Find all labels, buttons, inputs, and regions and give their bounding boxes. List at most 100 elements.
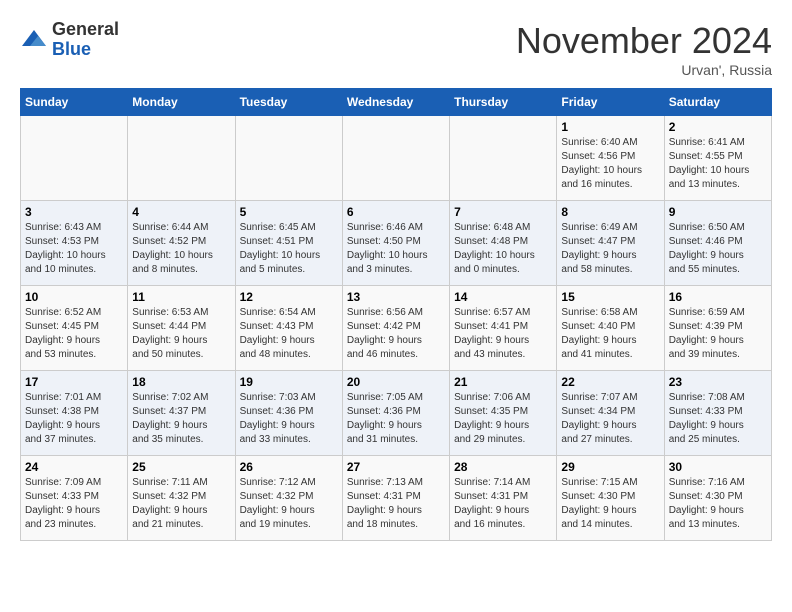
day-number: 6 bbox=[347, 205, 445, 219]
day-info: Sunrise: 7:07 AM Sunset: 4:34 PM Dayligh… bbox=[561, 391, 659, 447]
weekday-header-cell: Thursday bbox=[450, 89, 557, 116]
calendar-day-cell: 15Sunrise: 6:58 AM Sunset: 4:40 PM Dayli… bbox=[557, 286, 664, 371]
day-info: Sunrise: 7:06 AM Sunset: 4:35 PM Dayligh… bbox=[454, 391, 552, 447]
calendar-day-cell bbox=[128, 116, 235, 201]
day-number: 11 bbox=[132, 290, 230, 304]
calendar-day-cell: 19 Sunrise: 7:03 AM Sunset: 4:36 PM Dayli… bbox=[235, 371, 342, 456]
day-number: 7 bbox=[454, 205, 552, 219]
day-info: Sunrise: 6:57 AM Sunset: 4:41 PM Dayligh… bbox=[454, 306, 552, 362]
calendar-day-cell: 17Sunrise: 7:01 AM Sunset: 4:38 PM Dayli… bbox=[21, 371, 128, 456]
day-info: Sunrise: 6:40 AM Sunset: 4:56 PM Dayligh… bbox=[561, 136, 659, 192]
day-number: 20 bbox=[347, 375, 445, 389]
location: Urvan', Russia bbox=[516, 62, 772, 78]
day-info: Sunrise: 6:43 AM Sunset: 4:53 PM Dayligh… bbox=[25, 221, 123, 277]
calendar-day-cell: 7Sunrise: 6:48 AM Sunset: 4:48 PM Daylig… bbox=[450, 201, 557, 286]
weekday-header-row: SundayMondayTuesdayWednesdayThursdayFrid… bbox=[21, 89, 772, 116]
day-info: Sunrise: 7:09 AM Sunset: 4:33 PM Dayligh… bbox=[25, 476, 123, 532]
weekday-header-cell: Monday bbox=[128, 89, 235, 116]
day-number: 27 bbox=[347, 460, 445, 474]
calendar-day-cell: 6 Sunrise: 6:46 AM Sunset: 4:50 PM Daylig… bbox=[342, 201, 449, 286]
day-info: Sunrise: 6:46 AM Sunset: 4:50 PM Dayligh… bbox=[347, 221, 445, 277]
day-info: Sunrise: 6:45 AM Sunset: 4:51 PM Dayligh… bbox=[240, 221, 338, 277]
day-number: 5 bbox=[240, 205, 338, 219]
calendar-day-cell bbox=[21, 116, 128, 201]
calendar-day-cell: 8Sunrise: 6:49 AM Sunset: 4:47 PM Daylig… bbox=[557, 201, 664, 286]
day-number: 9 bbox=[669, 205, 767, 219]
day-number: 3 bbox=[25, 205, 123, 219]
calendar-day-cell: 28 Sunrise: 7:14 AM Sunset: 4:31 PM Dayli… bbox=[450, 456, 557, 541]
calendar-day-cell: 10Sunrise: 6:52 AM Sunset: 4:45 PM Dayli… bbox=[21, 286, 128, 371]
calendar-day-cell: 16 Sunrise: 6:59 AM Sunset: 4:39 PM Dayli… bbox=[664, 286, 771, 371]
day-number: 30 bbox=[669, 460, 767, 474]
calendar-day-cell bbox=[450, 116, 557, 201]
day-number: 26 bbox=[240, 460, 338, 474]
day-number: 10 bbox=[25, 290, 123, 304]
calendar-day-cell: 23 Sunrise: 7:08 AM Sunset: 4:33 PM Dayli… bbox=[664, 371, 771, 456]
calendar-day-cell: 14Sunrise: 6:57 AM Sunset: 4:41 PM Dayli… bbox=[450, 286, 557, 371]
calendar-day-cell: 27 Sunrise: 7:13 AM Sunset: 4:31 PM Dayli… bbox=[342, 456, 449, 541]
calendar-day-cell: 9 Sunrise: 6:50 AM Sunset: 4:46 PM Daylig… bbox=[664, 201, 771, 286]
calendar-week-row: 10Sunrise: 6:52 AM Sunset: 4:45 PM Dayli… bbox=[21, 286, 772, 371]
calendar-day-cell: 1 Sunrise: 6:40 AM Sunset: 4:56 PM Daylig… bbox=[557, 116, 664, 201]
day-number: 23 bbox=[669, 375, 767, 389]
day-info: Sunrise: 6:54 AM Sunset: 4:43 PM Dayligh… bbox=[240, 306, 338, 362]
logo-icon bbox=[20, 26, 48, 54]
day-number: 1 bbox=[561, 120, 659, 134]
day-info: Sunrise: 6:49 AM Sunset: 4:47 PM Dayligh… bbox=[561, 221, 659, 277]
day-number: 28 bbox=[454, 460, 552, 474]
day-number: 15 bbox=[561, 290, 659, 304]
weekday-header-cell: Friday bbox=[557, 89, 664, 116]
day-info: Sunrise: 7:03 AM Sunset: 4:36 PM Dayligh… bbox=[240, 391, 338, 447]
calendar-day-cell: 12 Sunrise: 6:54 AM Sunset: 4:43 PM Dayli… bbox=[235, 286, 342, 371]
day-info: Sunrise: 6:50 AM Sunset: 4:46 PM Dayligh… bbox=[669, 221, 767, 277]
calendar-body: 1 Sunrise: 6:40 AM Sunset: 4:56 PM Daylig… bbox=[21, 116, 772, 541]
calendar-day-cell bbox=[342, 116, 449, 201]
day-info: Sunrise: 7:13 AM Sunset: 4:31 PM Dayligh… bbox=[347, 476, 445, 532]
day-info: Sunrise: 6:59 AM Sunset: 4:39 PM Dayligh… bbox=[669, 306, 767, 362]
day-info: Sunrise: 7:01 AM Sunset: 4:38 PM Dayligh… bbox=[25, 391, 123, 447]
calendar-table: SundayMondayTuesdayWednesdayThursdayFrid… bbox=[20, 88, 772, 541]
day-number: 25 bbox=[132, 460, 230, 474]
day-info: Sunrise: 7:11 AM Sunset: 4:32 PM Dayligh… bbox=[132, 476, 230, 532]
day-info: Sunrise: 7:16 AM Sunset: 4:30 PM Dayligh… bbox=[669, 476, 767, 532]
calendar-week-row: 17Sunrise: 7:01 AM Sunset: 4:38 PM Dayli… bbox=[21, 371, 772, 456]
page-header: General Blue November 2024 Urvan', Russi… bbox=[20, 20, 772, 78]
calendar-day-cell: 22 Sunrise: 7:07 AM Sunset: 4:34 PM Dayli… bbox=[557, 371, 664, 456]
day-number: 4 bbox=[132, 205, 230, 219]
day-info: Sunrise: 6:44 AM Sunset: 4:52 PM Dayligh… bbox=[132, 221, 230, 277]
logo: General Blue bbox=[20, 20, 119, 60]
day-info: Sunrise: 6:53 AM Sunset: 4:44 PM Dayligh… bbox=[132, 306, 230, 362]
calendar-week-row: 1 Sunrise: 6:40 AM Sunset: 4:56 PM Daylig… bbox=[21, 116, 772, 201]
calendar-day-cell: 11 Sunrise: 6:53 AM Sunset: 4:44 PM Dayli… bbox=[128, 286, 235, 371]
day-number: 29 bbox=[561, 460, 659, 474]
weekday-header-cell: Sunday bbox=[21, 89, 128, 116]
calendar-day-cell: 26 Sunrise: 7:12 AM Sunset: 4:32 PM Dayli… bbox=[235, 456, 342, 541]
calendar-day-cell bbox=[235, 116, 342, 201]
calendar-day-cell: 18Sunrise: 7:02 AM Sunset: 4:37 PM Dayli… bbox=[128, 371, 235, 456]
day-info: Sunrise: 7:14 AM Sunset: 4:31 PM Dayligh… bbox=[454, 476, 552, 532]
calendar-day-cell: 20 Sunrise: 7:05 AM Sunset: 4:36 PM Dayli… bbox=[342, 371, 449, 456]
day-info: Sunrise: 7:08 AM Sunset: 4:33 PM Dayligh… bbox=[669, 391, 767, 447]
calendar-day-cell: 25 Sunrise: 7:11 AM Sunset: 4:32 PM Dayli… bbox=[128, 456, 235, 541]
day-number: 22 bbox=[561, 375, 659, 389]
day-info: Sunrise: 7:05 AM Sunset: 4:36 PM Dayligh… bbox=[347, 391, 445, 447]
day-number: 2 bbox=[669, 120, 767, 134]
calendar-day-cell: 4 Sunrise: 6:44 AM Sunset: 4:52 PM Daylig… bbox=[128, 201, 235, 286]
day-info: Sunrise: 7:12 AM Sunset: 4:32 PM Dayligh… bbox=[240, 476, 338, 532]
day-number: 24 bbox=[25, 460, 123, 474]
day-number: 21 bbox=[454, 375, 552, 389]
day-info: Sunrise: 6:56 AM Sunset: 4:42 PM Dayligh… bbox=[347, 306, 445, 362]
weekday-header-cell: Tuesday bbox=[235, 89, 342, 116]
calendar-day-cell: 30 Sunrise: 7:16 AM Sunset: 4:30 PM Dayli… bbox=[664, 456, 771, 541]
weekday-header-cell: Saturday bbox=[664, 89, 771, 116]
title-block: November 2024 Urvan', Russia bbox=[516, 20, 772, 78]
day-number: 16 bbox=[669, 290, 767, 304]
calendar-day-cell: 5 Sunrise: 6:45 AM Sunset: 4:51 PM Daylig… bbox=[235, 201, 342, 286]
weekday-header-cell: Wednesday bbox=[342, 89, 449, 116]
day-number: 19 bbox=[240, 375, 338, 389]
day-info: Sunrise: 6:41 AM Sunset: 4:55 PM Dayligh… bbox=[669, 136, 767, 192]
logo-text: General Blue bbox=[52, 20, 119, 60]
calendar-day-cell: 21 Sunrise: 7:06 AM Sunset: 4:35 PM Dayli… bbox=[450, 371, 557, 456]
day-number: 12 bbox=[240, 290, 338, 304]
calendar-week-row: 3 Sunrise: 6:43 AM Sunset: 4:53 PM Daylig… bbox=[21, 201, 772, 286]
